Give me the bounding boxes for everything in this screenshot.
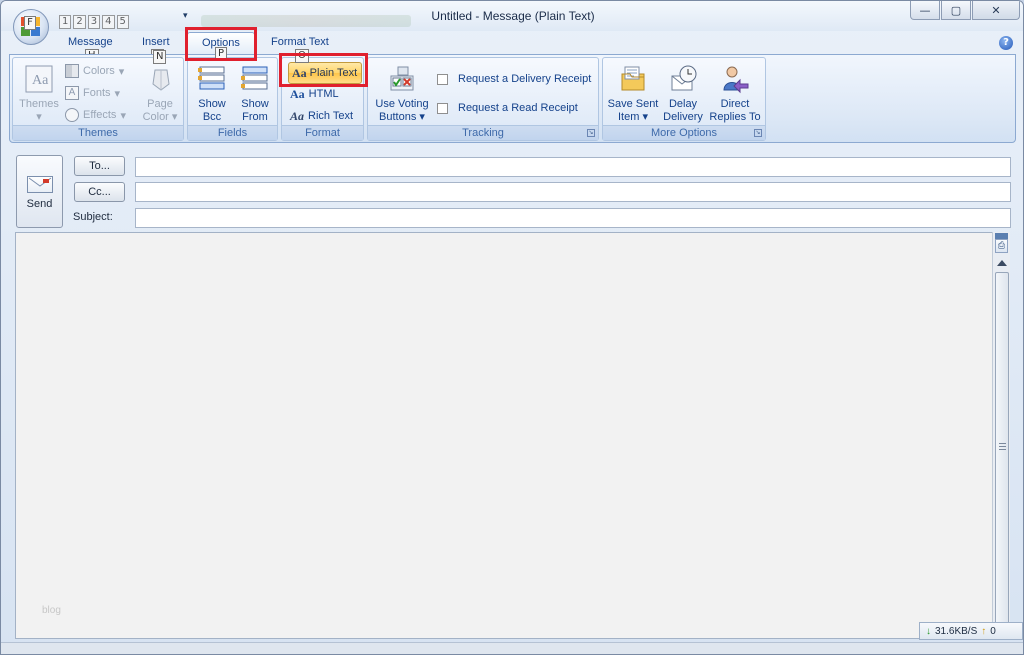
html-icon: Aa	[290, 86, 305, 101]
help-icon[interactable]: ?	[999, 36, 1013, 50]
direct-replies-to-button[interactable]: Direct Replies To	[706, 64, 764, 124]
cc-field[interactable]	[135, 182, 1011, 202]
browse-object-icon[interactable]: ⎙	[995, 239, 1008, 253]
group-fields-label: Fields	[188, 125, 277, 140]
direct-replies-icon	[720, 64, 750, 94]
tab-options-keytip: P	[215, 47, 228, 61]
svg-text:Aa: Aa	[32, 73, 49, 88]
tab-format-text[interactable]: Format Text	[271, 36, 329, 48]
bottom-strip	[1, 642, 1023, 654]
rich-text-icon: Aa	[290, 108, 305, 123]
subject-label: Subject:	[73, 211, 113, 223]
office-keytip: F	[24, 16, 36, 30]
scroll-grip-icon	[999, 443, 1006, 450]
window-title: Untitled - Message (Plain Text)	[431, 9, 595, 23]
html-button[interactable]: Aa HTML	[290, 85, 339, 103]
minimize-button[interactable]: —	[910, 1, 940, 20]
use-voting-buttons[interactable]: Use Voting Buttons ▾	[371, 64, 433, 124]
ribbon: Aa Themes ▾ Colors ▾ A Fonts ▾ Effects ▾ Pag	[9, 50, 1016, 143]
group-themes: Aa Themes ▾ Colors ▾ A Fonts ▾ Effects ▾ Pag	[12, 50, 184, 141]
title-bar: 1 2 3 4 5 ▾ Untitled - Message (Plain Te…	[1, 1, 1023, 31]
vertical-scrollbar[interactable]: ⎙	[992, 232, 1010, 639]
watermark-text: blog	[42, 605, 61, 616]
delay-delivery-icon	[668, 64, 698, 94]
save-sent-item-icon	[618, 64, 648, 94]
tab-message[interactable]: Message	[68, 36, 113, 48]
maximize-button[interactable]: ▢	[941, 1, 971, 20]
send-button[interactable]: Send	[16, 155, 63, 228]
themes-icon: Aa	[24, 64, 54, 94]
page-color-icon	[145, 64, 175, 94]
show-from-button[interactable]: Show From	[234, 64, 276, 124]
to-button[interactable]: To...	[74, 156, 125, 176]
themes-button[interactable]: Aa Themes ▾	[17, 64, 61, 124]
fonts-icon: A	[65, 86, 79, 100]
tracking-dialog-launcher-icon[interactable]: ↘	[587, 129, 595, 137]
save-sent-item-button[interactable]: Save Sent Item ▾	[606, 64, 660, 124]
read-receipt-check-box[interactable]	[437, 102, 448, 114]
rich-text-button[interactable]: Aa Rich Text	[290, 107, 353, 125]
group-format-label: Format	[282, 125, 363, 140]
send-envelope-icon	[26, 176, 53, 193]
voting-icon	[387, 64, 417, 94]
page-color-keytip: N	[153, 50, 167, 64]
group-more-options-label: More Options	[603, 125, 765, 140]
close-button[interactable]: ✕	[972, 1, 1020, 20]
tab-format-text-keytip: O	[295, 49, 309, 63]
effects-icon	[65, 108, 79, 122]
colors-icon	[65, 64, 79, 78]
download-arrow-icon: ↓	[926, 625, 931, 637]
outlook-message-window: 1 2 3 4 5 ▾ Untitled - Message (Plain Te…	[0, 0, 1024, 655]
group-more-options: Save Sent Item ▾ Delay Delivery Direct Repl…	[602, 57, 766, 141]
plain-text-button[interactable]: Aa Plain Text	[288, 62, 362, 84]
show-bcc-icon	[197, 64, 227, 94]
fonts-button[interactable]: A Fonts ▾	[65, 84, 120, 102]
compose-header: Send To... Cc... Subject:	[9, 149, 1016, 229]
more-options-dialog-launcher-icon[interactable]: ↘	[754, 129, 762, 137]
tab-insert[interactable]: Insert	[142, 36, 170, 48]
group-tracking: Use Voting Buttons ▾ Request a Delivery R…	[367, 57, 599, 141]
delay-delivery-button[interactable]: Delay Delivery	[660, 64, 706, 124]
group-format: Aa Plain Text Aa HTML Aa Rich Text Forma…	[281, 57, 364, 141]
page-color-button[interactable]: Page Color ▾	[138, 64, 182, 124]
to-field[interactable]	[135, 157, 1011, 177]
colors-button[interactable]: Colors ▾	[65, 62, 124, 80]
network-status: ↓ 31.6KB/S ↑ 0	[919, 622, 1023, 640]
scroll-up-arrow-icon[interactable]	[997, 260, 1007, 266]
group-fields: Show Bcc Show From Fields	[187, 57, 278, 141]
upload-value: 0	[990, 625, 996, 637]
window-controls: — ▢ ✕	[910, 1, 1020, 20]
group-tracking-label: Tracking	[368, 125, 598, 140]
delivery-receipt-checkbox[interactable]: Request a Delivery Receipt	[437, 70, 591, 88]
show-from-icon	[240, 64, 270, 94]
subject-field[interactable]	[135, 208, 1011, 228]
show-bcc-button[interactable]: Show Bcc	[191, 64, 233, 124]
read-receipt-checkbox[interactable]: Request a Read Receipt	[437, 99, 578, 117]
effects-button[interactable]: Effects ▾	[65, 106, 126, 124]
cc-button[interactable]: Cc...	[74, 182, 125, 202]
scroll-thumb[interactable]	[995, 272, 1009, 624]
message-body[interactable]: blog	[15, 232, 1009, 639]
delivery-receipt-check-box[interactable]	[437, 73, 448, 85]
plain-text-icon: Aa	[292, 65, 307, 80]
upload-arrow-icon: ↑	[981, 625, 987, 637]
download-speed: 31.6KB/S	[935, 625, 978, 637]
group-themes-label: Themes	[13, 125, 183, 140]
